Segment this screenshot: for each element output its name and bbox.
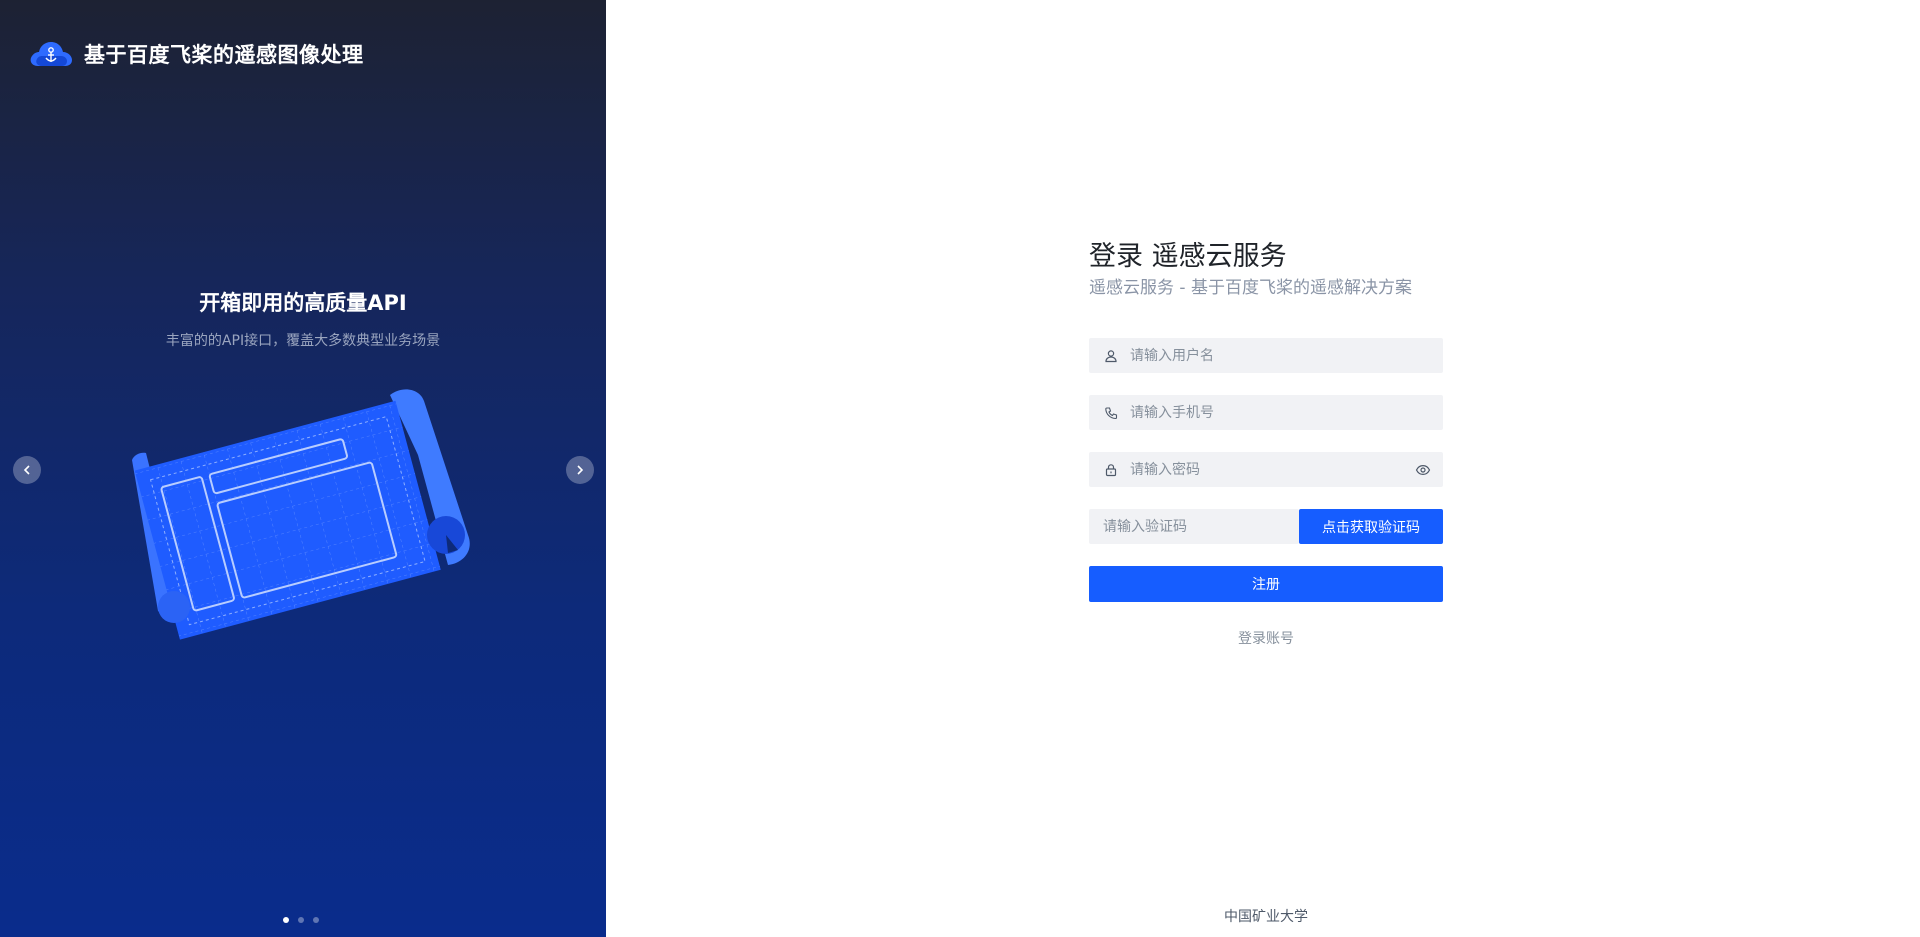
verification-code-input[interactable] [1089, 509, 1299, 544]
carousel-next-button[interactable] [566, 456, 594, 484]
form-subtitle: 遥感云服务 - 基于百度飞桨的遥感解决方案 [1089, 278, 1412, 298]
carousel-title: 开箱即用的高质量API [199, 291, 407, 315]
chevron-left-icon [23, 465, 30, 475]
carousel-dot[interactable] [283, 917, 289, 923]
footer-text: 中国矿业大学 [1224, 909, 1308, 925]
username-input[interactable] [1130, 338, 1443, 373]
form-title: 登录 遥感云服务 [1089, 241, 1287, 272]
carousel-dots [283, 917, 319, 923]
verification-code-field [1089, 509, 1299, 544]
blueprint-illustration [132, 389, 470, 640]
login-account-link[interactable]: 登录账号 [1089, 628, 1443, 648]
carousel-subtitle: 丰富的的API接口，覆盖大多数典型业务场景 [165, 333, 441, 349]
phone-field [1089, 395, 1443, 430]
phone-icon [1105, 406, 1118, 419]
carousel-dot[interactable] [298, 917, 304, 923]
password-field [1089, 452, 1443, 487]
password-input[interactable] [1130, 452, 1415, 487]
brand: 基于百度飞桨的遥感图像处理 [28, 36, 364, 72]
register-button[interactable]: 注册 [1089, 566, 1443, 602]
carousel-prev-button[interactable] [13, 456, 41, 484]
lock-icon [1105, 463, 1117, 476]
form-header: 登录 遥感云服务 遥感云服务 - 基于百度飞桨的遥感解决方案 [1089, 240, 1443, 300]
chevron-right-icon [577, 465, 584, 475]
phone-input[interactable] [1130, 395, 1443, 430]
carousel-dot[interactable] [313, 917, 319, 923]
eye-icon[interactable] [1415, 462, 1431, 478]
get-code-button[interactable]: 点击获取验证码 [1299, 509, 1443, 544]
username-field [1089, 338, 1443, 373]
cloud-logo-icon [30, 42, 72, 66]
brand-title: 基于百度飞桨的遥感图像处理 [84, 43, 364, 67]
user-icon [1105, 349, 1117, 362]
left-panel: 基于百度飞桨的遥感图像处理 开箱即用的高质量API 丰富的的API接口，覆盖大多… [0, 0, 606, 937]
